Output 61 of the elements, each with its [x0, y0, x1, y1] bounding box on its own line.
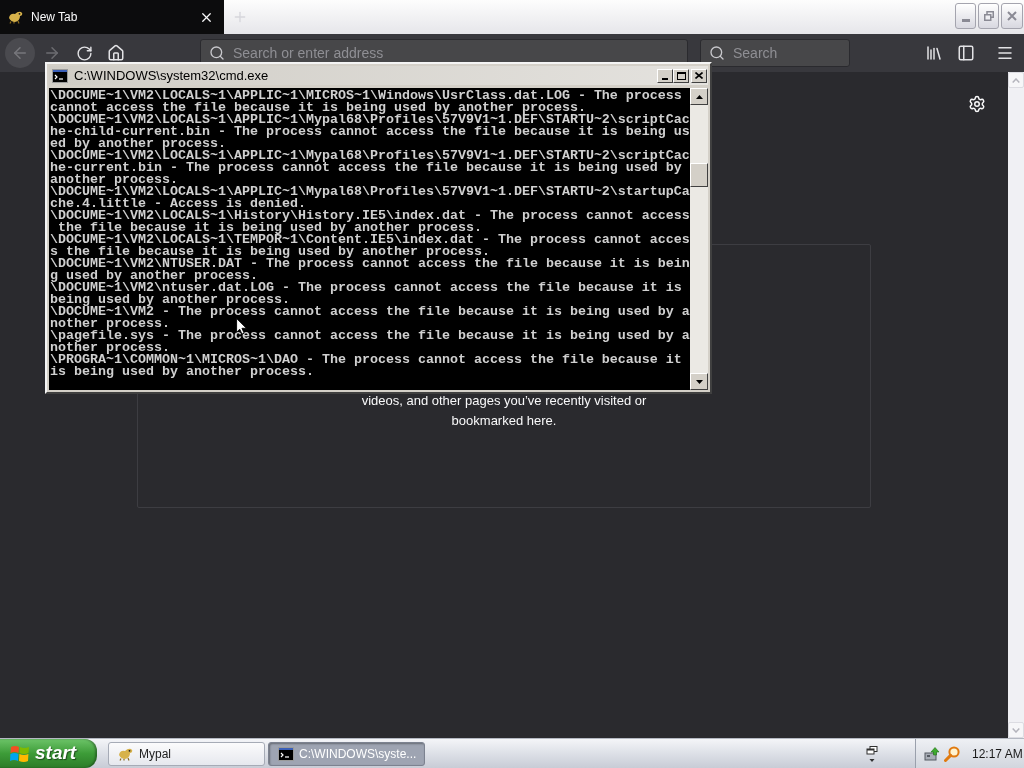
console-line: \PROGRA~1\COMMON~1\MICROS~1\DAO - The process cannot access the file because it: [50, 354, 682, 366]
console-line: \DOCUME~1\VM2\NTUSER.DAT - The process cannot access the file because it is bein: [50, 258, 690, 270]
browser-tab[interactable]: New Tab: [0, 0, 224, 34]
home-icon[interactable]: [107, 44, 125, 62]
console-line: \DOCUME~1\VM2\LOCALS~1\APPLIC~1\MICROS~1\Windows\UsrClass.dat.LOG - The process: [50, 90, 682, 102]
console-line: nother process.: [50, 342, 170, 354]
restore-icon: [983, 11, 994, 21]
app-logo-icon: [118, 746, 134, 761]
console-line: \DOCUME~1\VM2\LOCALS~1\APPLIC~1\Mypal68\Profiles\57V9V1~1.DEF\STARTU~2\startupCa: [50, 186, 690, 198]
console-icon: [52, 68, 68, 83]
search-input[interactable]: Search: [733, 43, 841, 63]
settings-icon[interactable]: [968, 95, 986, 113]
caret-up-icon: [1012, 77, 1020, 83]
reload-icon[interactable]: [76, 44, 93, 62]
sidebar-icon[interactable]: [957, 44, 975, 62]
caret-down-icon: [1012, 727, 1020, 733]
scrollbar-thumb[interactable]: [690, 163, 708, 187]
console-line: \DOCUME~1\VM2 - The process cannot access the file because it is being used by a: [50, 306, 690, 318]
flag-logo-icon: [10, 744, 30, 763]
taskbar-button[interactable]: Mypal: [108, 741, 265, 766]
minimize-icon: [961, 19, 970, 22]
console-line: \pagefile.sys - The process cannot access the file because it is being used by a: [50, 330, 690, 342]
console-line: he-child-current.bin - The process cannot access the file because it is being us: [50, 126, 690, 138]
console-line: is being used by another process.: [50, 366, 314, 378]
window-title: C:\WINDOWS\system32\cmd.exe: [74, 66, 269, 85]
close-icon: [695, 72, 703, 79]
menu-icon[interactable]: [996, 44, 1014, 62]
console-line: nother process.: [50, 318, 170, 330]
console-line: the file because it is being used by another process.: [58, 222, 482, 234]
console-line: che.4.little - Access is denied.: [50, 198, 306, 210]
console-line: cannot access the file because it is being used by another process.: [50, 102, 586, 114]
console-line: another process.: [50, 174, 178, 186]
console-line: \DOCUME~1\VM2\LOCALS~1\TEMPOR~1\Content.IE5\index.dat - The process cannot acces: [50, 234, 690, 246]
console-line: he-current.bin - The process cannot access the file because it is being used by: [50, 162, 682, 174]
clock-text: 12:17 AM: [972, 745, 1023, 763]
console-line: ed by another process.: [50, 138, 226, 150]
console-line: being used by another process.: [50, 294, 290, 306]
close-icon: [1007, 11, 1017, 21]
device-arrow-icon[interactable]: [924, 745, 940, 762]
library-icon[interactable]: [925, 44, 943, 62]
maximize-icon: [676, 71, 686, 80]
search-bar[interactable]: Search: [700, 39, 850, 67]
caret-down-icon: [695, 379, 703, 384]
restore-windows-icon[interactable]: [866, 745, 878, 762]
search-icon: [209, 45, 225, 61]
maximize-button[interactable]: [673, 68, 689, 83]
app-logo-icon: [8, 10, 24, 24]
console-icon: [278, 746, 294, 761]
console-line: g used by another process.: [50, 270, 258, 282]
console-line: \DOCUME~1\VM2\LOCALS~1\APPLIC~1\Mypal68\Profiles\57V9V1~1.DEF\STARTU~2\scriptCac: [50, 114, 690, 126]
console-line: \DOCUME~1\VM2\ntuser.dat.LOG - The process cannot access the file because it is: [50, 282, 682, 294]
restore-button[interactable]: [978, 3, 999, 29]
caret-up-icon: [695, 94, 703, 99]
address-input[interactable]: Search or enter address: [233, 43, 679, 63]
console-line: \DOCUME~1\VM2\LOCALS~1\APPLIC~1\Mypal68\Profiles\57V9V1~1.DEF\STARTU~2\scriptCac: [50, 150, 690, 162]
console-line: \DOCUME~1\VM2\LOCALS~1\History\History.IE5\index.dat - The process cannot access: [50, 210, 690, 222]
magnifier-icon[interactable]: [944, 745, 960, 762]
empty-state-message: videos, and other pages you’ve recently visited or bookmarked here.: [360, 392, 648, 430]
minimize-icon: [662, 77, 668, 80]
console-line: s the file because it is being used by another process.: [50, 246, 490, 258]
search-icon: [709, 45, 725, 61]
